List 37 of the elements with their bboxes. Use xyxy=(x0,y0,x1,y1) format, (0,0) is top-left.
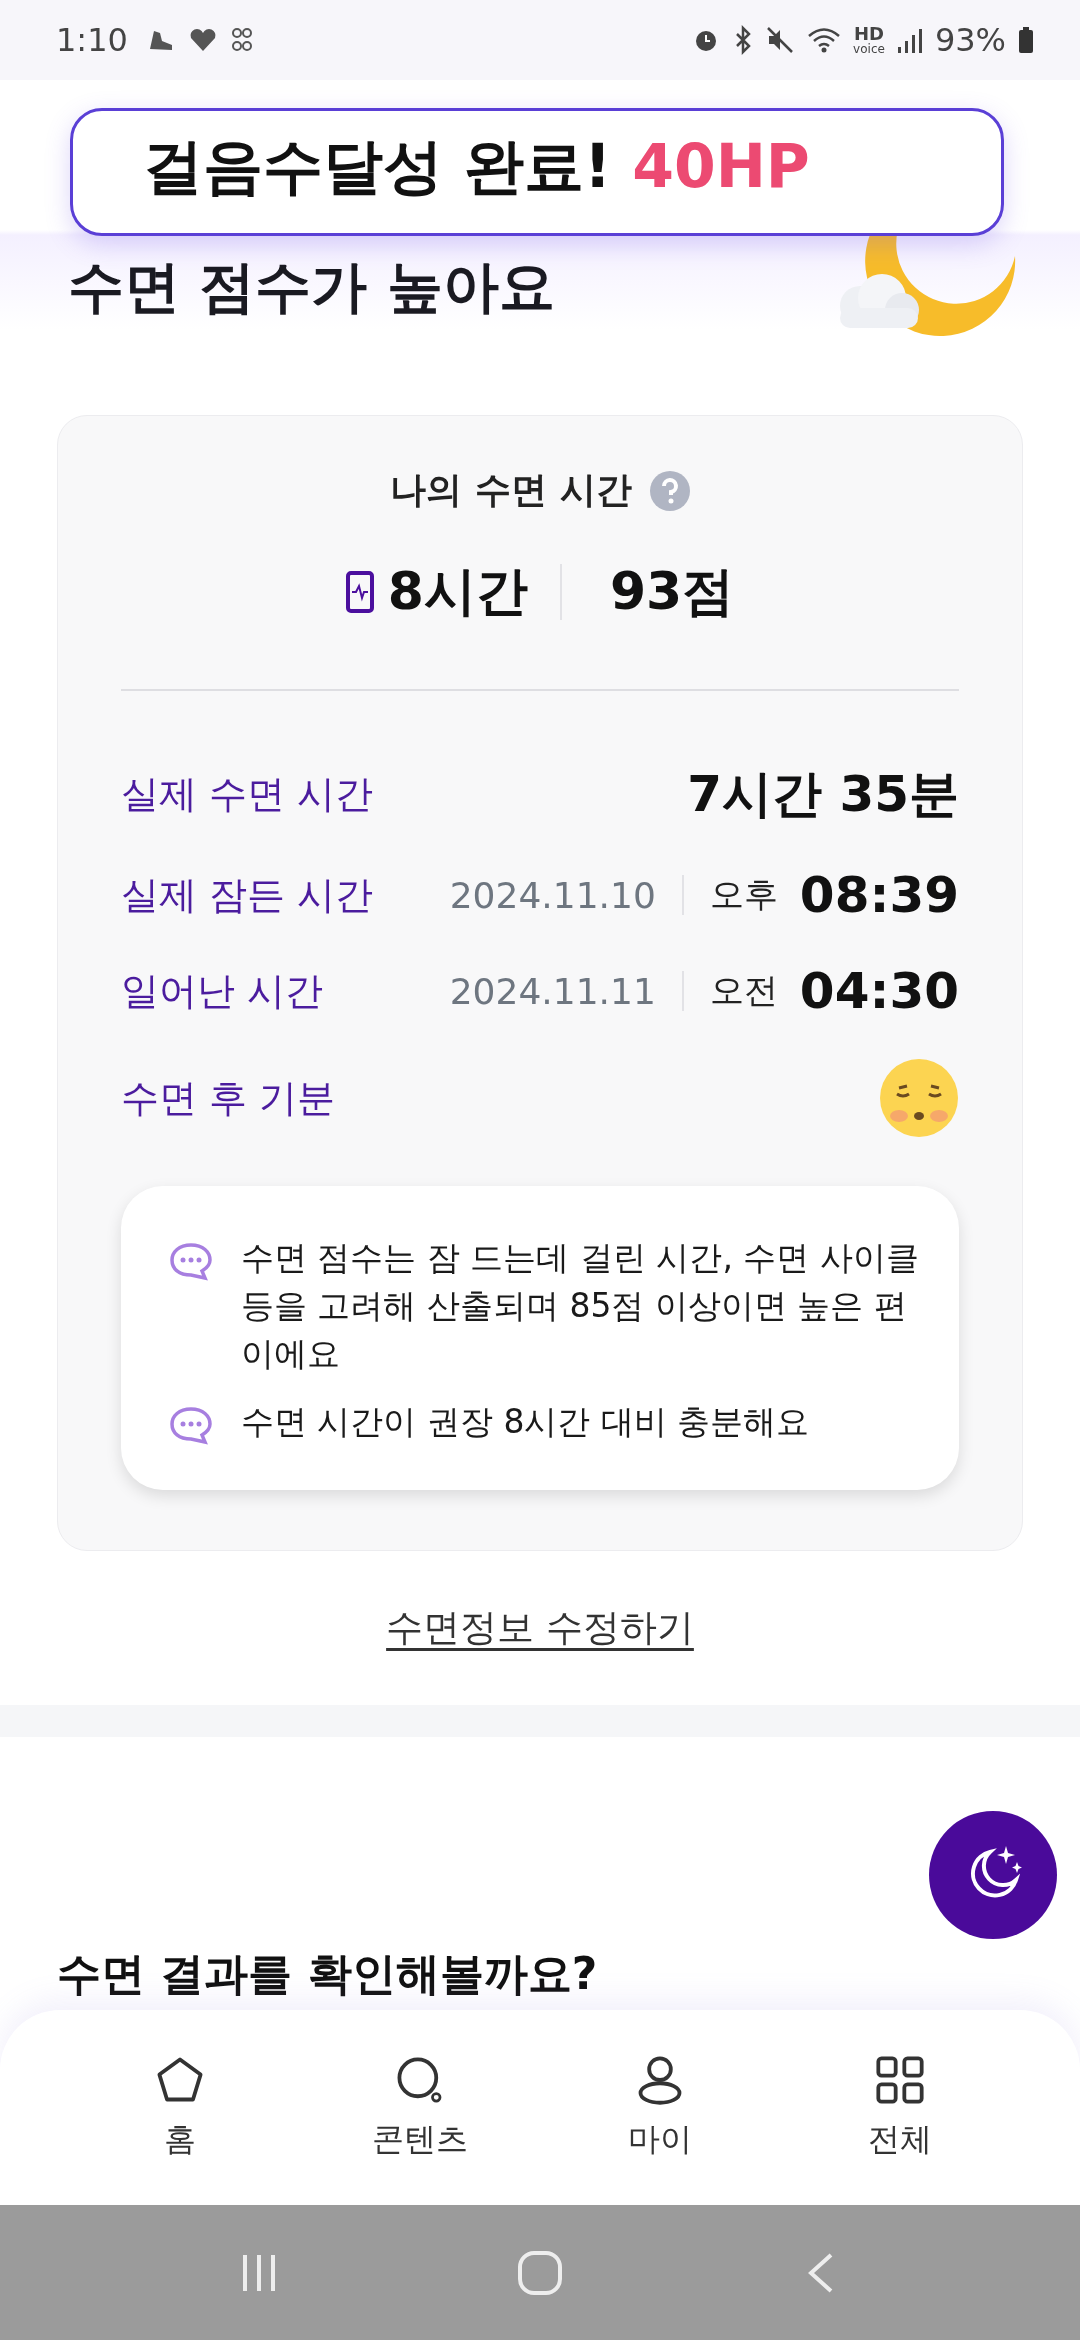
tip-text: 수면 점수는 잠 드는데 걸린 시간, 수면 사이클 등을 고려해 산출되며 85점 이상이면 높은 편이에요 xyxy=(241,1237,920,1375)
page-title: 수면 점수가 높아요 xyxy=(68,253,555,321)
detail-label: 실제 잠든 시간 xyxy=(121,871,374,919)
date-text: 2024.11.10 xyxy=(449,874,656,916)
tip-text: 수면 시간이 권장 8시간 대비 충분해요 xyxy=(241,1400,810,1443)
chat-bubble-icon xyxy=(169,1405,213,1446)
wifi-icon xyxy=(807,25,842,55)
section-heading: 수면 결과를 확인해볼까요? xyxy=(57,1946,599,2001)
sleep-duration: 8시간 xyxy=(387,560,528,623)
clock: 1:10 xyxy=(56,21,128,59)
nav-tab[interactable]: 홈 xyxy=(105,2053,255,2162)
nav-tab[interactable]: 전체 xyxy=(825,2053,975,2162)
battery-level: 93% xyxy=(934,21,1006,59)
time-text: 08:39 xyxy=(799,866,959,924)
phone-pulse-icon xyxy=(345,571,374,613)
time-text: 04:30 xyxy=(799,962,959,1020)
network-label: HD xyxy=(854,25,884,43)
chat-bubble-icon xyxy=(169,1242,213,1282)
home-button-icon[interactable] xyxy=(516,2248,564,2297)
sleepy-face-icon xyxy=(879,1058,959,1138)
sleep-score: 93점 xyxy=(609,560,735,623)
period-text: 오전 xyxy=(709,969,778,1012)
nav-tab[interactable]: 마이 xyxy=(585,2053,735,2162)
detail-value: 7시간 35분 xyxy=(687,764,959,825)
toast-message: 걸음수달성 완료! 40HP xyxy=(143,131,810,201)
edit-sleep-link[interactable]: 수면정보 수정하기 xyxy=(386,1602,694,1653)
detail-label: 수면 후 기분 xyxy=(121,1074,336,1122)
battery-icon xyxy=(1018,25,1034,55)
date-text: 2024.11.11 xyxy=(449,970,656,1012)
network-sublabel: voice xyxy=(853,43,885,55)
card-title: 나의 수면 시간 xyxy=(390,468,632,512)
nav-tab[interactable]: 콘텐츠 xyxy=(345,2053,495,2162)
grid-icon xyxy=(874,2053,926,2106)
detail-label: 일어난 시간 xyxy=(121,967,324,1015)
period-text: 오후 xyxy=(709,873,778,916)
detail-label: 실제 수면 시간 xyxy=(121,771,374,818)
help-icon[interactable] xyxy=(649,470,690,511)
